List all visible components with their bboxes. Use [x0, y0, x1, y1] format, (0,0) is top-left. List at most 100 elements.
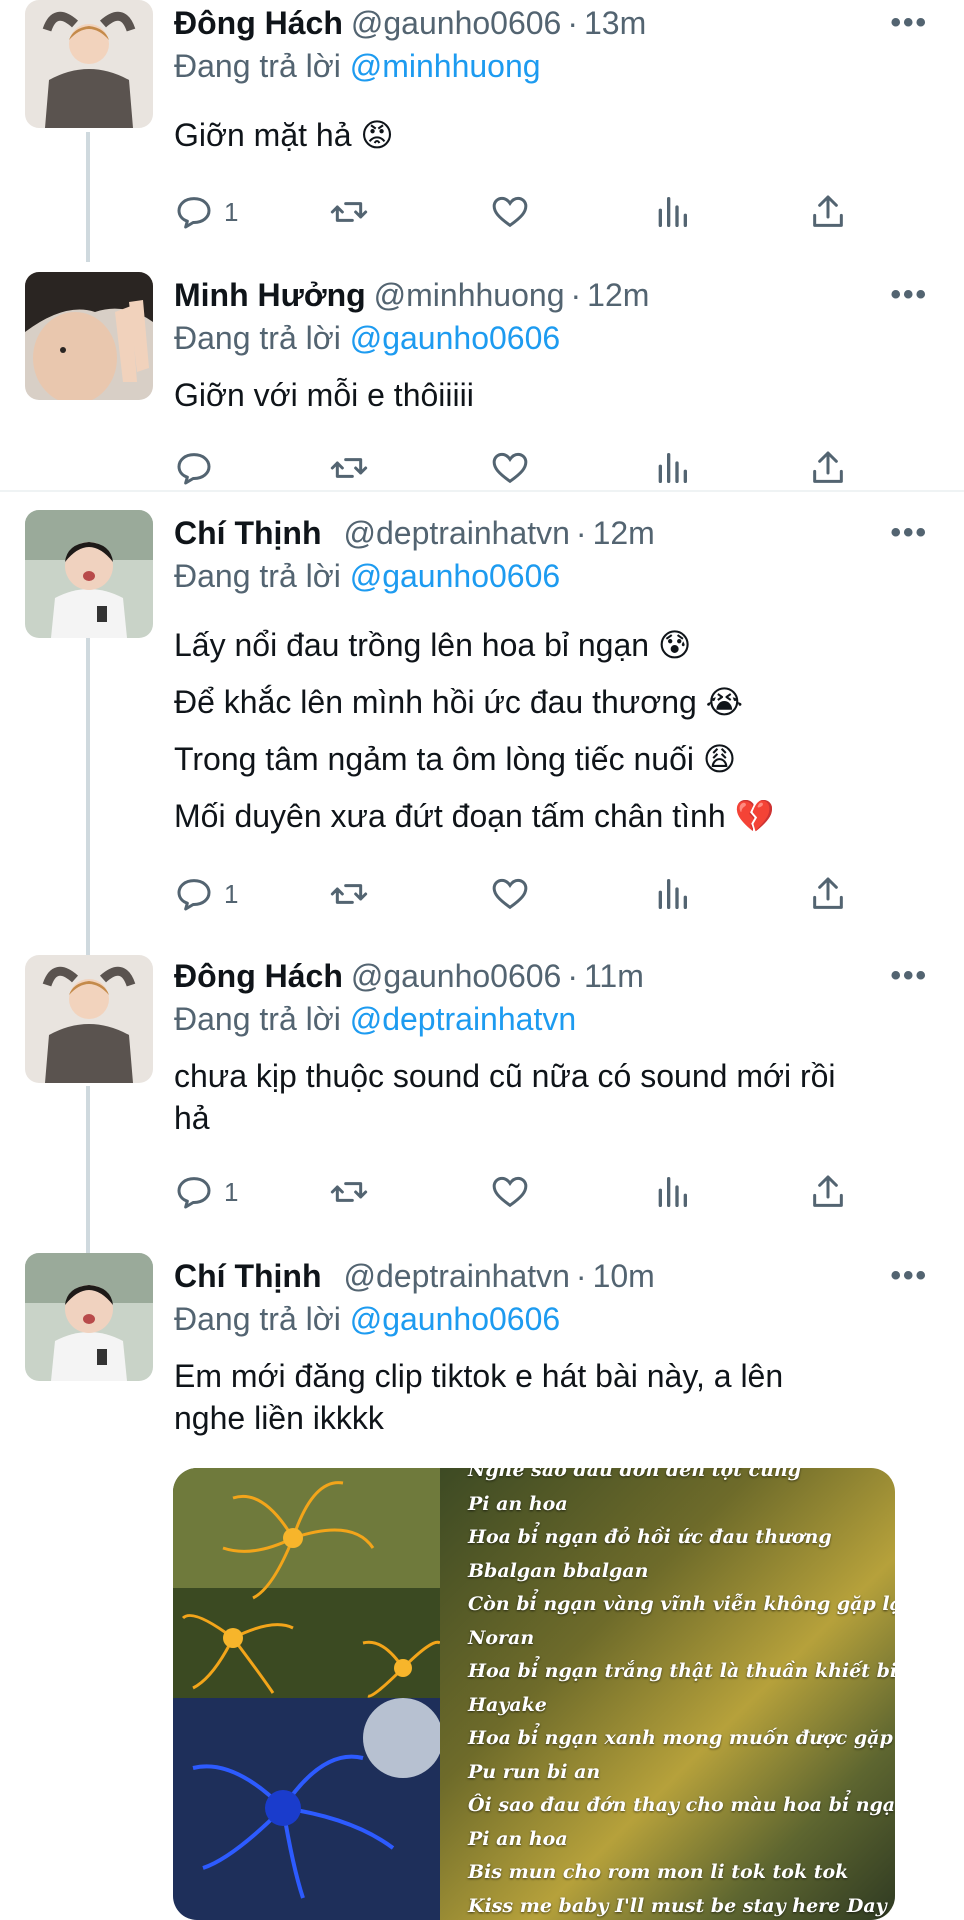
- lyric-line: Pu run bi an: [468, 1760, 601, 1783]
- replying-label: Đang trả lời: [174, 558, 341, 594]
- tweet-actions: 1: [174, 1170, 854, 1214]
- reply-icon: [177, 879, 211, 911]
- tweet-line: Trong tâm ngảm ta ôm lòng tiếc nuối 😩: [174, 741, 737, 777]
- more-options-icon[interactable]: •••: [890, 280, 928, 310]
- separator-dot: ·: [567, 958, 578, 994]
- replying-to: Đang trả lời @gaunho0606: [174, 316, 560, 360]
- avatar[interactable]: [25, 0, 153, 128]
- tweet-actions: 1: [174, 190, 854, 234]
- tweet-text: chưa kịp thuộc sound cũ nữa có sound mới…: [174, 1055, 934, 1139]
- display-name[interactable]: Minh Hưởng: [174, 277, 366, 313]
- avatar[interactable]: [25, 510, 153, 638]
- share-button[interactable]: [808, 872, 848, 916]
- user-handle[interactable]: @deptrainhatvn: [344, 515, 570, 551]
- lyric-line: Bbalgan bbalgan: [468, 1559, 649, 1582]
- more-options-icon[interactable]: •••: [890, 961, 928, 991]
- analytics-button[interactable]: [652, 446, 692, 490]
- display-name[interactable]: Chí Thịnh: [174, 1258, 322, 1294]
- timestamp[interactable]: 12m: [593, 515, 655, 551]
- share-button[interactable]: [808, 1170, 848, 1214]
- mention-link[interactable]: @gaunho0606: [350, 1301, 560, 1337]
- lyric-line: Ôi sao đau đớn thay cho màu hoa bỉ ngạn: [468, 1794, 895, 1816]
- mention-link[interactable]: @minhhuong: [350, 48, 541, 84]
- like-button[interactable]: [490, 872, 530, 916]
- retweet-button[interactable]: [329, 872, 369, 916]
- like-button[interactable]: [490, 1170, 530, 1214]
- more-options-icon[interactable]: •••: [890, 8, 928, 38]
- tweet-line: Để khắc lên mình hồi ức đau thương 😭: [174, 684, 744, 720]
- replying-to: Đang trả lời @gaunho0606: [174, 1297, 560, 1341]
- replying-to: Đang trả lời @minhhuong: [174, 44, 541, 88]
- heart-icon: [492, 878, 528, 910]
- avatar-image: [25, 510, 153, 638]
- tweet-line: Em mới đăng clip tiktok e hát bài này, a…: [174, 1358, 784, 1394]
- like-button[interactable]: [490, 190, 530, 234]
- lyric-line: Kiss me baby I'll must be stay here Day …: [468, 1894, 895, 1917]
- avatar[interactable]: [25, 272, 153, 400]
- user-handle[interactable]: @deptrainhatvn: [344, 1258, 570, 1294]
- lyric-line: Hoa bỉ ngạn xanh mong muốn được gặp lại: [468, 1727, 895, 1749]
- timestamp[interactable]: 11m: [584, 958, 644, 994]
- tweet-line: Giỡn mặt hả 😡: [174, 117, 394, 153]
- replying-label: Đang trả lời: [174, 48, 341, 84]
- flower-photo: [173, 1468, 443, 1920]
- more-options-icon[interactable]: •••: [890, 1261, 928, 1291]
- bar-chart-icon: [658, 453, 687, 483]
- lyrics-overlay: Nghe sao đau đớn đến tột cùng Pi an hoa …: [468, 1468, 895, 1920]
- more-options-icon[interactable]: •••: [890, 518, 928, 548]
- avatar-image: [25, 0, 153, 128]
- like-button[interactable]: [490, 446, 530, 490]
- reply-icon: [177, 1177, 211, 1209]
- user-handle[interactable]: @gaunho0606: [351, 5, 561, 41]
- user-handle[interactable]: @gaunho0606: [351, 958, 561, 994]
- retweet-button[interactable]: [329, 1170, 369, 1214]
- share-button[interactable]: [808, 190, 848, 234]
- timestamp[interactable]: 13m: [584, 5, 646, 41]
- tweet-line: nghe liền ikkkk: [174, 1400, 384, 1436]
- display-name[interactable]: Đông Hách: [174, 958, 343, 994]
- retweet-button[interactable]: [329, 190, 369, 234]
- reply-button[interactable]: [174, 446, 224, 490]
- display-name[interactable]: Chí Thịnh: [174, 515, 322, 551]
- tweet-line: Mối duyên xưa đứt đoạn tấm chân tình 💔: [174, 798, 775, 834]
- share-icon: [813, 877, 843, 909]
- flower-image: [173, 1468, 443, 1920]
- tweet-actions: 1: [174, 872, 854, 916]
- lyric-line: Nghe sao đau đớn đến tột cùng: [468, 1468, 802, 1481]
- timestamp[interactable]: 10m: [593, 1258, 655, 1294]
- replying-label: Đang trả lời: [174, 1301, 341, 1337]
- analytics-button[interactable]: [652, 190, 692, 234]
- display-name[interactable]: Đông Hách: [174, 5, 343, 41]
- reply-button[interactable]: 1: [174, 1170, 238, 1214]
- media-image[interactable]: Nghe sao đau đớn đến tột cùng Pi an hoa …: [173, 1468, 895, 1920]
- replying-label: Đang trả lời: [174, 1001, 341, 1037]
- reply-button[interactable]: 1: [174, 190, 238, 234]
- retweet-icon: [330, 884, 368, 904]
- avatar[interactable]: [25, 1253, 153, 1381]
- lyric-line: Pi an hoa: [468, 1827, 568, 1850]
- tweet-actions: [174, 446, 854, 490]
- tweet-line: Giỡn với mỗi e thôiiiii: [174, 377, 474, 413]
- mention-link[interactable]: @deptrainhatvn: [350, 1001, 576, 1037]
- timestamp[interactable]: 12m: [587, 277, 649, 313]
- retweet-icon: [330, 202, 368, 222]
- thread-line: [86, 1086, 90, 1254]
- reply-count: 1: [224, 1176, 239, 1207]
- avatar[interactable]: [25, 955, 153, 1083]
- share-icon: [813, 451, 843, 483]
- share-button[interactable]: [808, 446, 848, 490]
- reply-count: 1: [224, 878, 239, 909]
- user-handle[interactable]: @minhhuong: [374, 277, 565, 313]
- separator-dot: ·: [570, 277, 582, 313]
- reply-button[interactable]: 1: [174, 872, 238, 916]
- mention-link[interactable]: @gaunho0606: [350, 320, 560, 356]
- retweet-button[interactable]: [329, 446, 369, 490]
- analytics-button[interactable]: [652, 872, 692, 916]
- bar-chart-icon: [658, 879, 687, 909]
- analytics-button[interactable]: [652, 1170, 692, 1214]
- lyric-line: Hoa bỉ ngạn đỏ hồi ức đau thương: [468, 1526, 832, 1548]
- mention-link[interactable]: @gaunho0606: [350, 558, 560, 594]
- lyric-line: Hoa bỉ ngạn trắng thật là thuần khiết bi…: [468, 1660, 895, 1682]
- tweet-line: hả: [174, 1100, 210, 1136]
- reply-icon: [177, 453, 211, 485]
